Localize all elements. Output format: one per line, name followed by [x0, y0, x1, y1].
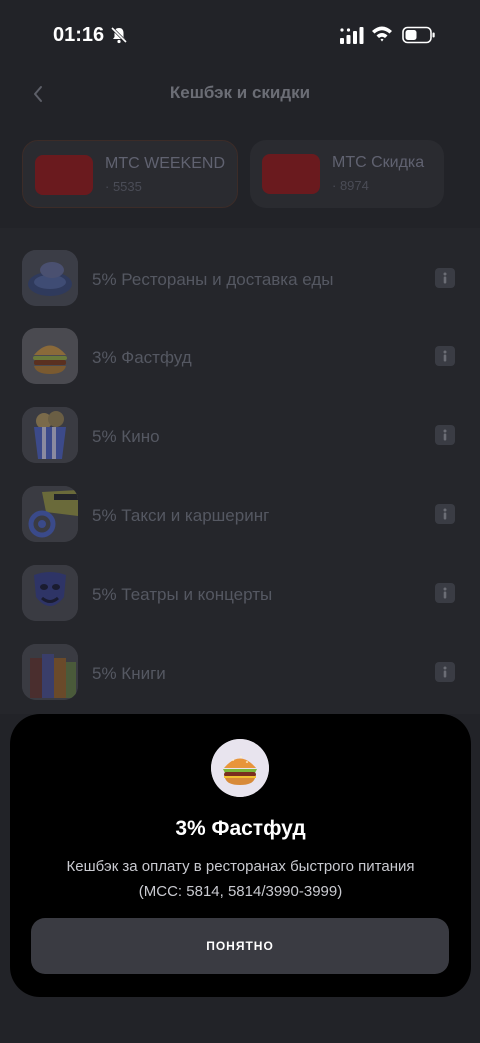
list-item-label: 3% Фастфуд — [92, 348, 192, 367]
list-item[interactable]: 3% Фастфуд — [0, 306, 480, 384]
list-item[interactable]: 5% Рестораны и доставка еды — [0, 228, 480, 306]
info-icon[interactable] — [435, 504, 455, 524]
card-number: · 8974 — [332, 178, 369, 193]
list-item-label: 5% Такси и каршеринг — [92, 506, 270, 525]
list-item-label: 5% Рестораны и доставка еды — [92, 270, 334, 289]
list-item[interactable]: 5% Театры и концерты — [0, 543, 480, 621]
list-item-label: 5% Книги — [92, 664, 166, 683]
sheet-title: 3% Фастфуд — [175, 817, 306, 840]
theatre-mask-icon — [22, 565, 78, 621]
card-name: МТС WEEKEND — [105, 155, 225, 172]
bottom-area — [0, 997, 480, 1043]
info-icon[interactable] — [435, 268, 455, 288]
status-bar: 01:16 — [0, 0, 480, 70]
info-icon[interactable] — [435, 662, 455, 682]
header: Кешбэк и скидки — [0, 72, 480, 116]
card-name: МТС Скидка — [332, 154, 425, 171]
info-icon[interactable] — [435, 346, 455, 366]
card-number: · 5535 — [105, 179, 142, 194]
info-icon[interactable] — [435, 425, 455, 445]
burger-icon — [211, 739, 269, 797]
card-selector: МТС WEEKEND · 5535 МТС Скидка · 8974 — [22, 140, 462, 208]
ok-button[interactable]: ПОНЯТНО — [31, 918, 449, 974]
restaurant-plate-icon — [22, 250, 78, 306]
card-mts-skidka[interactable]: МТС Скидка · 8974 — [250, 140, 444, 208]
sheet-description-line: Кешбэк за оплату в ресторанах быстрого п… — [66, 858, 415, 875]
category-list: 5% Рестораны и доставка еды 3% Фастфуд 5… — [0, 228, 480, 714]
list-item-label: 5% Театры и концерты — [92, 585, 273, 604]
car-icon — [22, 486, 78, 542]
sheet-description-line: (MCC: 5814, 5814/3990-3999) — [138, 883, 343, 900]
wifi-icon — [372, 26, 392, 42]
info-icon[interactable] — [435, 583, 455, 603]
sheet-description: Кешбэк за оплату в ресторанах быстрого п… — [30, 854, 451, 904]
list-item-label: 5% Кино — [92, 427, 160, 446]
burger-icon — [22, 328, 78, 384]
screen-background: 01:16 Кешбэк и скидки МТС WEEKEND · 5535… — [0, 0, 480, 1043]
card-image — [262, 154, 320, 194]
ok-button-label: ПОНЯТНО — [206, 939, 274, 953]
list-item[interactable]: 5% Такси и каршеринг — [0, 464, 480, 542]
card-image — [35, 155, 93, 195]
page-title: Кешбэк и скидки — [169, 83, 311, 102]
books-icon — [22, 644, 78, 700]
list-item[interactable]: 5% Книги — [0, 622, 480, 700]
list-item[interactable]: 5% Кино — [0, 385, 480, 463]
battery-icon — [402, 26, 435, 44]
signal-icon — [340, 27, 364, 44]
bell-slash-icon — [110, 26, 128, 44]
status-time: 01:16 — [53, 24, 105, 46]
card-mts-weekend[interactable]: МТС WEEKEND · 5535 — [22, 140, 238, 208]
popcorn-icon — [22, 407, 78, 463]
bottom-sheet: 3% Фастфуд Кешбэк за оплату в ресторанах… — [10, 714, 471, 997]
